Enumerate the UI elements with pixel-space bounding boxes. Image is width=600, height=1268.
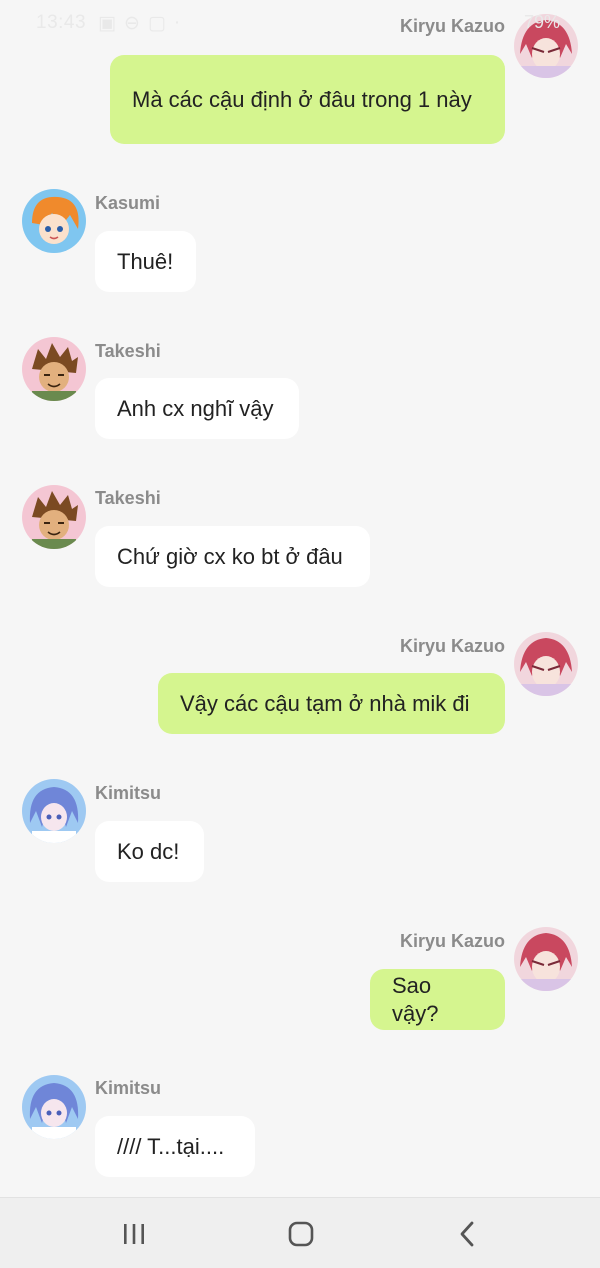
kimitsu-avatar[interactable]	[22, 1075, 86, 1139]
more-dots-icon: ·	[173, 12, 181, 33]
recent-apps-icon	[124, 1224, 144, 1244]
kimitsu-avatar[interactable]	[22, 779, 86, 843]
takeshi-avatar[interactable]	[22, 485, 86, 549]
back-icon	[460, 1221, 474, 1247]
battery-level: 79%	[523, 12, 560, 32]
message-bubble-outgoing[interactable]: Mà các cậu định ở đâu trong 1 này	[110, 55, 505, 144]
system-nav-bar	[0, 1197, 600, 1268]
message-bubble-incoming[interactable]: Chứ giờ cx ko bt ở đâu	[95, 526, 370, 587]
message-bubble-outgoing[interactable]: Vậy các cậu tạm ở nhà mik đi	[158, 673, 505, 734]
back-button[interactable]	[448, 1214, 488, 1254]
sender-name: Takeshi	[95, 488, 161, 508]
message-icon: ▢	[147, 13, 166, 34]
sender-name: Kimitsu	[95, 783, 162, 803]
takeshi-avatar[interactable]	[22, 337, 86, 401]
sender-name: Kiryu Kazuo	[399, 931, 505, 951]
kasumi-avatar[interactable]	[22, 189, 86, 253]
sync-icon: ⊖	[123, 13, 140, 34]
message-bubble-incoming[interactable]: Thuê!	[95, 231, 196, 292]
message-bubble-incoming[interactable]: //// T...tại....	[95, 1116, 255, 1177]
home-icon	[288, 1221, 314, 1247]
sender-name: Kasumi	[95, 193, 161, 213]
chat-thread[interactable]: Kiryu Kazuo Mà các cậu định ở đâu trong …	[0, 0, 600, 1197]
kiryu-avatar[interactable]	[514, 927, 578, 991]
status-time: 13:43	[36, 12, 87, 33]
sender-name: Kimitsu	[95, 1078, 162, 1098]
sender-name: Takeshi	[95, 341, 161, 361]
status-bar: 13:43 ▣ ⊖ ▢ · 79%	[0, 0, 600, 46]
message-bubble-incoming[interactable]: Anh cx nghĩ vậy	[95, 378, 299, 439]
sender-name: Kiryu Kazuo	[399, 636, 505, 656]
message-bubble-outgoing[interactable]: Sao vậy?	[370, 969, 505, 1030]
message-bubble-incoming[interactable]: Ko dc!	[95, 821, 204, 882]
home-button[interactable]	[281, 1214, 321, 1254]
kiryu-avatar[interactable]	[514, 632, 578, 696]
recent-apps-button[interactable]	[114, 1214, 154, 1254]
status-icons: ▣ ⊖ ▢ ·	[98, 12, 180, 35]
image-icon: ▣	[98, 13, 116, 34]
